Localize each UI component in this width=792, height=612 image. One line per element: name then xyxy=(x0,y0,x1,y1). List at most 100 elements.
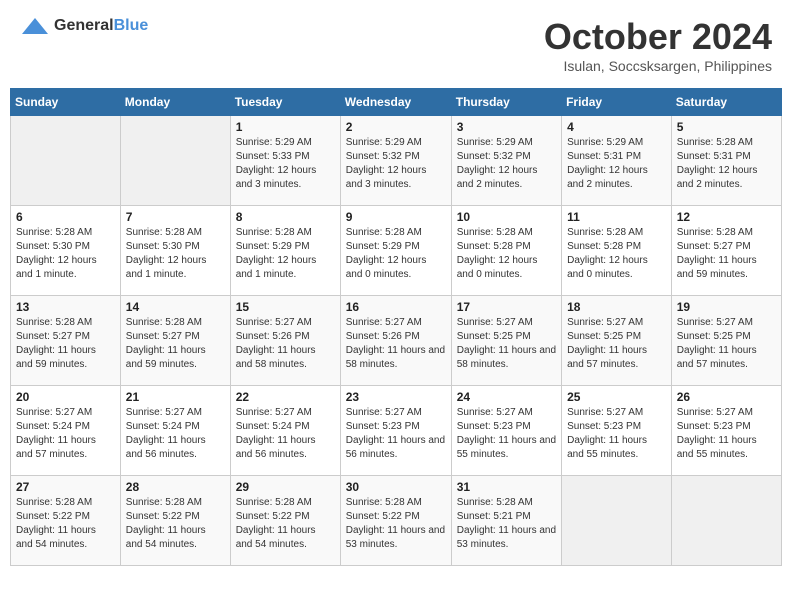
logo: GeneralBlue xyxy=(20,16,148,36)
day-info: Sunrise: 5:28 AMSunset: 5:22 PMDaylight:… xyxy=(346,496,446,552)
day-number: 20 xyxy=(16,390,115,404)
day-info: Sunrise: 5:28 AMSunset: 5:21 PMDaylight:… xyxy=(457,496,556,552)
day-cell: 29Sunrise: 5:28 AMSunset: 5:22 PMDayligh… xyxy=(230,476,340,566)
day-info: Sunrise: 5:28 AMSunset: 5:30 PMDaylight:… xyxy=(126,226,225,282)
week-row-5: 27 Sunrise: 5:28 AMSunset: 5:22 PMDayligh… xyxy=(11,476,782,566)
header-monday: Monday xyxy=(120,89,230,116)
day-cell: 24 Sunrise: 5:27 AMSunset: 5:23 PMDayligh… xyxy=(451,386,561,476)
calendar-header-row: Sunday Monday Tuesday Wednesday Thursday… xyxy=(11,89,782,116)
header-tuesday: Tuesday xyxy=(230,89,340,116)
day-number: 23 xyxy=(346,390,446,404)
day-cell: 17 Sunrise: 5:27 AMSunset: 5:25 PMDayligh… xyxy=(451,296,561,386)
day-cell: 30 Sunrise: 5:28 AMSunset: 5:22 PMDayligh… xyxy=(340,476,451,566)
header-thursday: Thursday xyxy=(451,89,561,116)
day-number: 21 xyxy=(126,390,225,404)
day-number: 8 xyxy=(236,210,335,224)
day-number: 15 xyxy=(236,300,335,314)
day-info: Sunrise: 5:27 AMSunset: 5:24 PMDaylight:… xyxy=(126,406,225,462)
day-number: 6 xyxy=(16,210,115,224)
day-info: Sunrise: 5:29 AMSunset: 5:32 PMDaylight:… xyxy=(346,136,446,192)
day-cell: 21 Sunrise: 5:27 AMSunset: 5:24 PMDayligh… xyxy=(120,386,230,476)
day-number: 7 xyxy=(126,210,225,224)
day-info: Sunrise: 5:27 AMSunset: 5:25 PMDaylight:… xyxy=(457,316,556,372)
week-row-3: 13Sunrise: 5:28 AMSunset: 5:27 PMDayligh… xyxy=(11,296,782,386)
day-cell: 7 Sunrise: 5:28 AMSunset: 5:30 PMDaylight… xyxy=(120,206,230,296)
day-number: 5 xyxy=(677,120,776,134)
week-row-1: 1Sunrise: 5:29 AMSunset: 5:33 PMDaylight… xyxy=(11,116,782,206)
page-header: GeneralBlue October 2024 Isulan, Soccsks… xyxy=(10,10,782,80)
day-number: 27 xyxy=(16,480,115,494)
day-cell xyxy=(11,116,121,206)
day-info: Sunrise: 5:27 AMSunset: 5:23 PMDaylight:… xyxy=(567,406,666,462)
day-cell: 4Sunrise: 5:29 AMSunset: 5:31 PMDaylight… xyxy=(562,116,672,206)
header-sunday: Sunday xyxy=(11,89,121,116)
day-info: Sunrise: 5:27 AMSunset: 5:25 PMDaylight:… xyxy=(677,316,776,372)
header-wednesday: Wednesday xyxy=(340,89,451,116)
day-cell: 6Sunrise: 5:28 AMSunset: 5:30 PMDaylight… xyxy=(11,206,121,296)
day-cell xyxy=(671,476,781,566)
day-info: Sunrise: 5:27 AMSunset: 5:26 PMDaylight:… xyxy=(236,316,335,372)
day-number: 18 xyxy=(567,300,666,314)
day-number: 9 xyxy=(346,210,446,224)
day-info: Sunrise: 5:28 AMSunset: 5:27 PMDaylight:… xyxy=(677,226,776,282)
day-number: 1 xyxy=(236,120,335,134)
day-number: 28 xyxy=(126,480,225,494)
day-cell: 25 Sunrise: 5:27 AMSunset: 5:23 PMDayligh… xyxy=(562,386,672,476)
day-number: 10 xyxy=(457,210,556,224)
day-number: 16 xyxy=(346,300,446,314)
day-number: 4 xyxy=(567,120,666,134)
day-cell: 26 Sunrise: 5:27 AMSunset: 5:23 PMDayligh… xyxy=(671,386,781,476)
day-info: Sunrise: 5:28 AMSunset: 5:29 PMDaylight:… xyxy=(346,226,446,282)
day-number: 24 xyxy=(457,390,556,404)
day-cell: 9 Sunrise: 5:28 AMSunset: 5:29 PMDaylight… xyxy=(340,206,451,296)
day-info: Sunrise: 5:28 AMSunset: 5:28 PMDaylight:… xyxy=(457,226,556,282)
day-cell: 23 Sunrise: 5:27 AMSunset: 5:23 PMDayligh… xyxy=(340,386,451,476)
day-cell: 20 Sunrise: 5:27 AMSunset: 5:24 PMDayligh… xyxy=(11,386,121,476)
day-info: Sunrise: 5:27 AMSunset: 5:23 PMDaylight:… xyxy=(677,406,776,462)
day-info: Sunrise: 5:28 AMSunset: 5:28 PMDaylight:… xyxy=(567,226,666,282)
header-saturday: Saturday xyxy=(671,89,781,116)
day-cell: 2Sunrise: 5:29 AMSunset: 5:32 PMDaylight… xyxy=(340,116,451,206)
day-info: Sunrise: 5:27 AMSunset: 5:23 PMDaylight:… xyxy=(457,406,556,462)
day-number: 22 xyxy=(236,390,335,404)
day-cell: 16 Sunrise: 5:27 AMSunset: 5:26 PMDayligh… xyxy=(340,296,451,386)
day-number: 19 xyxy=(677,300,776,314)
calendar-table: Sunday Monday Tuesday Wednesday Thursday… xyxy=(10,88,782,566)
day-number: 25 xyxy=(567,390,666,404)
day-info: Sunrise: 5:29 AMSunset: 5:32 PMDaylight:… xyxy=(457,136,556,192)
logo-general: General xyxy=(54,17,114,34)
day-cell xyxy=(120,116,230,206)
logo-icon xyxy=(20,16,50,36)
day-info: Sunrise: 5:28 AMSunset: 5:22 PMDaylight:… xyxy=(16,496,115,552)
day-number: 12 xyxy=(677,210,776,224)
day-info: Sunrise: 5:27 AMSunset: 5:24 PMDaylight:… xyxy=(16,406,115,462)
day-cell: 12 Sunrise: 5:28 AMSunset: 5:27 PMDayligh… xyxy=(671,206,781,296)
day-info: Sunrise: 5:27 AMSunset: 5:26 PMDaylight:… xyxy=(346,316,446,372)
day-number: 26 xyxy=(677,390,776,404)
title-block: October 2024 Isulan, Soccsksargen, Phili… xyxy=(544,16,772,74)
day-cell: 3 Sunrise: 5:29 AMSunset: 5:32 PMDaylight… xyxy=(451,116,561,206)
week-row-4: 20 Sunrise: 5:27 AMSunset: 5:24 PMDayligh… xyxy=(11,386,782,476)
day-cell: 13Sunrise: 5:28 AMSunset: 5:27 PMDayligh… xyxy=(11,296,121,386)
month-title: October 2024 xyxy=(544,16,772,58)
day-number: 30 xyxy=(346,480,446,494)
day-info: Sunrise: 5:27 AMSunset: 5:25 PMDaylight:… xyxy=(567,316,666,372)
day-cell xyxy=(562,476,672,566)
day-cell: 10 Sunrise: 5:28 AMSunset: 5:28 PMDayligh… xyxy=(451,206,561,296)
day-number: 11 xyxy=(567,210,666,224)
day-cell: 1Sunrise: 5:29 AMSunset: 5:33 PMDaylight… xyxy=(230,116,340,206)
location: Isulan, Soccsksargen, Philippines xyxy=(544,58,772,74)
header-friday: Friday xyxy=(562,89,672,116)
day-info: Sunrise: 5:28 AMSunset: 5:22 PMDaylight:… xyxy=(126,496,225,552)
day-info: Sunrise: 5:28 AMSunset: 5:27 PMDaylight:… xyxy=(126,316,225,372)
day-number: 31 xyxy=(457,480,556,494)
day-number: 3 xyxy=(457,120,556,134)
day-info: Sunrise: 5:28 AMSunset: 5:31 PMDaylight:… xyxy=(677,136,776,192)
week-row-2: 6 Sunrise: 5:28 AMSunset: 5:30 PMDaylight… xyxy=(11,206,782,296)
day-info: Sunrise: 5:27 AMSunset: 5:23 PMDaylight:… xyxy=(346,406,446,462)
day-cell: 5 Sunrise: 5:28 AMSunset: 5:31 PMDaylight… xyxy=(671,116,781,206)
day-number: 17 xyxy=(457,300,556,314)
day-cell: 22Sunrise: 5:27 AMSunset: 5:24 PMDayligh… xyxy=(230,386,340,476)
day-cell: 18 Sunrise: 5:27 AMSunset: 5:25 PMDayligh… xyxy=(562,296,672,386)
day-cell: 11 Sunrise: 5:28 AMSunset: 5:28 PMDayligh… xyxy=(562,206,672,296)
